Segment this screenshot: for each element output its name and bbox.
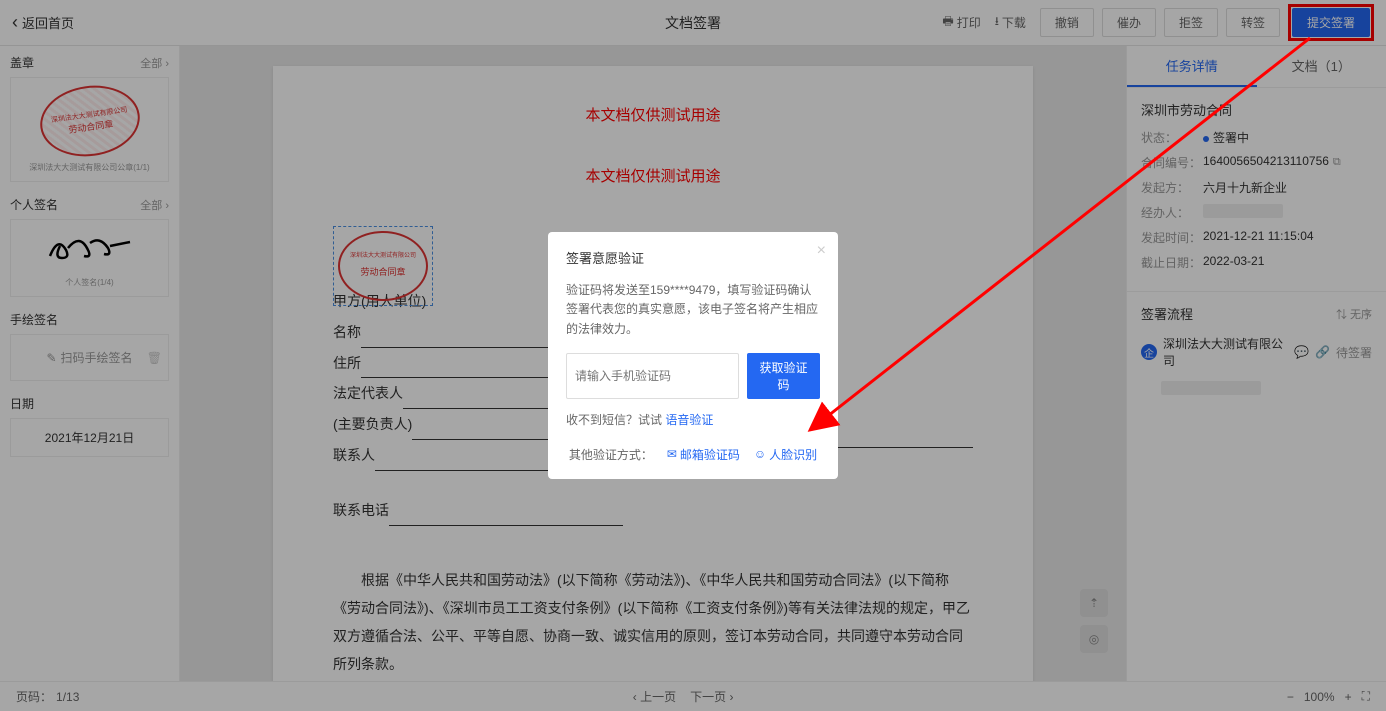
other-verify: 其他验证方式： ✉邮箱验证码 ☺人脸识别 bbox=[566, 446, 820, 463]
close-icon[interactable]: × bbox=[817, 242, 826, 260]
sms-code-input[interactable] bbox=[566, 353, 739, 399]
get-code-button[interactable]: 获取验证码 bbox=[747, 353, 820, 399]
mail-icon: ✉ bbox=[667, 447, 677, 461]
voice-verify-link[interactable]: 语音验证 bbox=[665, 413, 713, 427]
sms-hint: 收不到短信？试试 语音验证 bbox=[566, 411, 820, 428]
email-verify-link[interactable]: ✉邮箱验证码 bbox=[667, 446, 740, 463]
face-verify-link[interactable]: ☺人脸识别 bbox=[754, 446, 817, 463]
modal-desc: 验证码将发送至159****9479，填写验证码确认签署代表您的真实意愿，该电子… bbox=[566, 281, 820, 339]
modal-overlay: × 签署意愿验证 验证码将发送至159****9479，填写验证码确认签署代表您… bbox=[0, 0, 1386, 711]
modal-title: 签署意愿验证 bbox=[566, 248, 820, 267]
verify-modal: × 签署意愿验证 验证码将发送至159****9479，填写验证码确认签署代表您… bbox=[548, 232, 838, 479]
face-icon: ☺ bbox=[754, 447, 766, 461]
